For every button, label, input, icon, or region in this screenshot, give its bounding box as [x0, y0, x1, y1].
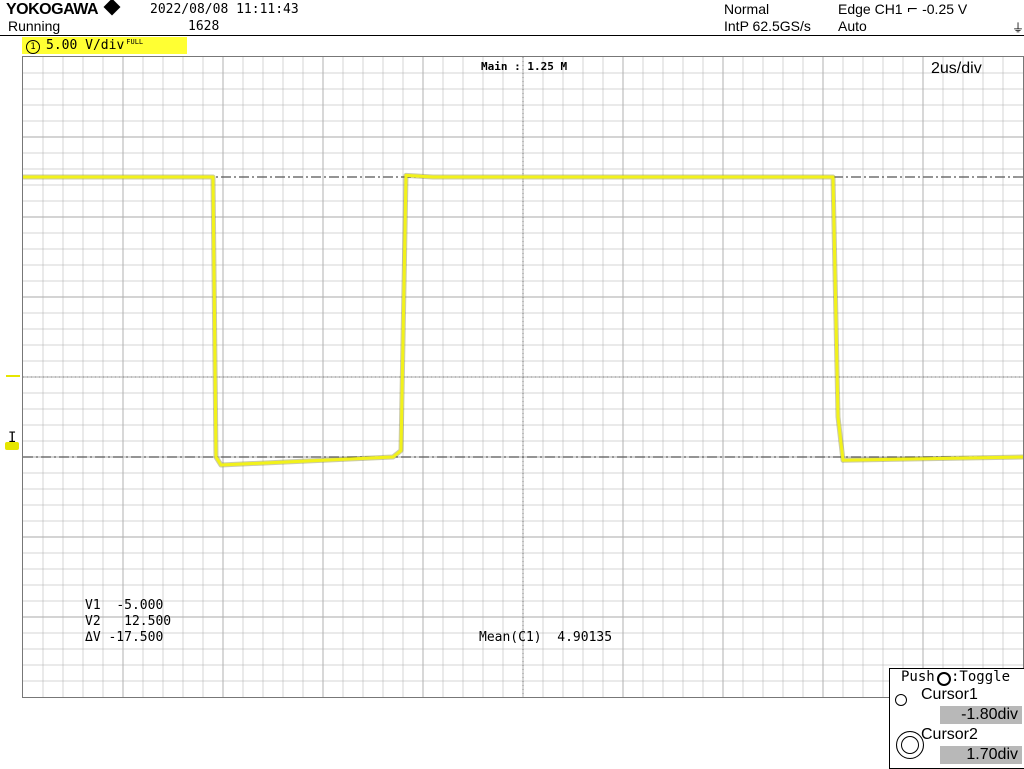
large-knob-icon[interactable]	[896, 731, 924, 759]
small-knob-icon[interactable]	[895, 694, 907, 706]
trigger-level-marker	[6, 375, 20, 377]
cursor1-value: -1.80div	[940, 706, 1022, 724]
cursor-dv-readout: ΔV -17.500	[85, 630, 163, 645]
header-divider	[0, 35, 1024, 36]
trigger-mode: Auto	[838, 18, 867, 34]
v1-label: V1	[85, 598, 101, 613]
mean-value: 4.90135	[557, 630, 613, 645]
cursor-panel[interactable]: Push :Toggle Cursor1 -1.80div Cursor2 1.…	[889, 668, 1024, 769]
brand-text: YOKOGAWA	[6, 1, 99, 18]
full-bw-mark: FULL	[126, 38, 144, 46]
trigger-level: -0.25 V	[922, 1, 968, 17]
toggle-label: :Toggle	[951, 669, 1011, 685]
cursor2-label[interactable]: Cursor2	[921, 726, 978, 744]
datetime: 2022/08/08 11:11:43	[150, 2, 299, 17]
dv-label: ΔV	[85, 630, 101, 645]
diamond-icon	[103, 0, 121, 16]
acq-count: 1628	[188, 19, 220, 34]
cursor-v1-readout: V1 -5.000	[85, 598, 163, 613]
vdiv-value: 5.00 V/div	[46, 38, 125, 53]
waveform-svg	[23, 57, 1023, 697]
waveform-display[interactable]: Main : 1.25 M 2us/div V1 -5.000 V2 12.50…	[22, 56, 1024, 698]
mean-label: Mean(C1)	[479, 630, 542, 645]
push-label: Push	[901, 669, 935, 685]
channel1-vdiv[interactable]: 1 5.00 V/div FULL	[22, 37, 187, 54]
run-status: Running	[8, 18, 61, 34]
timebase: 2us/div	[931, 60, 982, 77]
dv-value: -17.500	[108, 630, 164, 645]
v2-label: V2	[85, 614, 101, 629]
main-record-length: Main : 1.25 M	[481, 60, 568, 73]
ground-icon: ⏚	[1012, 21, 1024, 35]
push-knob-icon	[937, 672, 951, 686]
mean-readout: Mean(C1) 4.90135	[479, 630, 612, 645]
brand-logo: YOKOGAWA	[6, 0, 121, 19]
trigger-type: Edge CH1	[838, 1, 903, 17]
trigger-source: Edge CH1 ⌐ -0.25 V	[838, 2, 967, 18]
falling-edge-icon: ⌐	[906, 2, 919, 18]
v2-value: 12.500	[124, 614, 172, 629]
cursor-v2-readout: V2 12.500	[85, 614, 171, 629]
channel1-icon: 1	[26, 40, 40, 54]
v1-value: -5.000	[116, 598, 164, 613]
acq-mode: Normal	[724, 1, 770, 17]
cursor2-value: 1.70div	[940, 746, 1022, 764]
sample-rate: IntP 62.5GS/s	[724, 18, 811, 34]
cursor1-label[interactable]: Cursor1	[921, 686, 978, 704]
channel1-offset-marker	[5, 442, 19, 450]
